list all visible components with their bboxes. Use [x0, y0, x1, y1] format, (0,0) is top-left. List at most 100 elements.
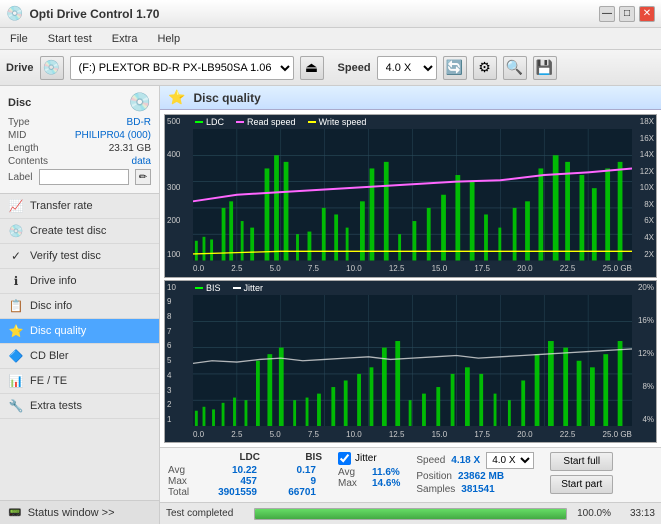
- start-buttons: Start full Start part: [550, 452, 613, 494]
- start-full-button[interactable]: Start full: [550, 452, 613, 471]
- create-test-disc-icon: 💿: [8, 224, 24, 238]
- ldc-header: LDC: [200, 452, 260, 463]
- maximize-button[interactable]: □: [619, 6, 635, 22]
- bis-header: BIS: [262, 452, 322, 463]
- menu-start-test[interactable]: Start test: [44, 31, 96, 47]
- label-key: Label: [8, 172, 32, 183]
- jitter-checkbox[interactable]: [338, 452, 351, 465]
- avg-row: Avg 10.22 0.17: [168, 465, 322, 476]
- contents-key: Contents: [8, 156, 48, 167]
- menu-extra[interactable]: Extra: [108, 31, 142, 47]
- jitter-label: Jitter: [355, 453, 377, 464]
- disc-cd-icon: 💿: [129, 92, 151, 113]
- menubar: File Start test Extra Help: [0, 28, 661, 50]
- jitter-checkbox-row: Jitter: [338, 452, 400, 465]
- sidebar-item-create-test-disc[interactable]: 💿 Create test disc: [0, 219, 159, 244]
- bis-max-val: 9: [261, 476, 316, 487]
- speed-combo-select[interactable]: 4.0 X: [486, 452, 534, 469]
- status-window-button[interactable]: 📟 Status window >>: [0, 501, 159, 524]
- disc-quality-icon: ⭐: [8, 324, 24, 338]
- speed-stat-val: 4.18 X: [451, 455, 480, 466]
- jitter-stats: Jitter Avg 11.6% Max 14.6%: [338, 452, 400, 489]
- jitter-max-label: Max: [338, 478, 368, 489]
- titlebar-controls: — □ ✕: [599, 6, 655, 22]
- drive-icon-btn[interactable]: 💿: [40, 56, 64, 80]
- jitter-avg-label: Avg: [338, 467, 368, 478]
- upper-y-axis-left: 500 400 300 200 100: [165, 115, 193, 261]
- label-input[interactable]: [39, 169, 129, 185]
- jitter-avg-val: 11.6%: [372, 467, 400, 478]
- upper-chart-legend: LDC Read speed Write speed: [195, 117, 366, 127]
- upper-chart: LDC Read speed Write speed 500 400 30: [164, 114, 657, 278]
- status-section: 📟 Status window >>: [0, 500, 159, 524]
- titlebar: 💿 Opti Drive Control 1.70 — □ ✕: [0, 0, 661, 28]
- write-speed-legend-label: Write speed: [319, 117, 367, 127]
- speed-stat-label: Speed: [416, 455, 445, 466]
- jitter-avg-row: Avg 11.6%: [338, 467, 400, 478]
- eject-button[interactable]: ⏏: [300, 56, 324, 80]
- close-button[interactable]: ✕: [639, 6, 655, 22]
- sidebar-item-cd-bler[interactable]: 🔷 CD Bler: [0, 344, 159, 369]
- sidebar-item-verify-test-disc[interactable]: ✓ Verify test disc: [0, 244, 159, 269]
- bis-legend: BIS: [195, 283, 221, 293]
- avg-label: Avg: [168, 465, 198, 476]
- jitter-max-row: Max 14.6%: [338, 478, 400, 489]
- total-row: Total 3901559 66701: [168, 487, 322, 498]
- ldc-legend: LDC: [195, 117, 224, 127]
- jitter-legend-dot: [233, 287, 241, 289]
- speed-select[interactable]: 4.0 X: [377, 56, 437, 80]
- bis-legend-dot: [195, 287, 203, 289]
- disc-label: Disc: [8, 97, 31, 109]
- save-button[interactable]: 💾: [533, 56, 557, 80]
- sidebar-item-disc-info[interactable]: 📋 Disc info: [0, 294, 159, 319]
- drive-info-label: Drive info: [30, 275, 76, 287]
- refresh-button[interactable]: 🔄: [443, 56, 467, 80]
- upper-chart-svg: [193, 129, 632, 261]
- scan-button[interactable]: 🔍: [503, 56, 527, 80]
- samples-label: Samples: [416, 484, 455, 495]
- main-content: Disc 💿 Type BD-R MID PHILIPR04 (000) Len…: [0, 86, 661, 524]
- progress-label: Test completed: [166, 508, 246, 519]
- menu-help[interactable]: Help: [153, 31, 184, 47]
- jitter-legend-label: Jitter: [244, 283, 264, 293]
- contents-val: data: [132, 156, 151, 167]
- status-window-label: Status window >>: [28, 507, 115, 519]
- length-val: 23.31 GB: [109, 143, 151, 154]
- minimize-button[interactable]: —: [599, 6, 615, 22]
- disc-info-icon: 📋: [8, 299, 24, 313]
- jitter-max-val: 14.6%: [372, 478, 400, 489]
- max-row: Max 457 9: [168, 476, 322, 487]
- write-speed-legend: Write speed: [308, 117, 367, 127]
- lower-y-axis-right: 20% 16% 12% 8% 4%: [632, 281, 656, 427]
- bis-total-val: 66701: [261, 487, 316, 498]
- transfer-rate-icon: 📈: [8, 199, 24, 213]
- sidebar-item-drive-info[interactable]: ℹ Drive info: [0, 269, 159, 294]
- disc-quality-header-icon: ⭐: [168, 89, 185, 106]
- upper-x-axis: 0.0 2.5 5.0 7.5 10.0 12.5 15.0 17.5 20.0…: [193, 261, 632, 277]
- type-key: Type: [8, 117, 30, 128]
- settings-button[interactable]: ⚙: [473, 56, 497, 80]
- label-edit-button[interactable]: ✏: [135, 169, 151, 185]
- verify-test-disc-label: Verify test disc: [30, 250, 101, 262]
- drive-select[interactable]: (F:) PLEXTOR BD-R PX-LB950SA 1.06: [70, 56, 294, 80]
- sidebar-item-extra-tests[interactable]: 🔧 Extra tests: [0, 394, 159, 419]
- disc-panel: Disc 💿 Type BD-R MID PHILIPR04 (000) Len…: [0, 86, 159, 194]
- position-row: Position 23862 MB: [416, 471, 534, 482]
- stats-panel: LDC BIS Avg 10.22 0.17 Max 457 9 Total 3…: [160, 447, 661, 502]
- menu-file[interactable]: File: [6, 31, 32, 47]
- ldc-legend-dot: [195, 121, 203, 123]
- upper-y-axis-right: 18X 16X 14X 12X 10X 8X 6X 4X 2X: [632, 115, 656, 261]
- position-val: 23862 MB: [458, 471, 504, 482]
- sidebar-item-disc-quality[interactable]: ⭐ Disc quality: [0, 319, 159, 344]
- verify-test-disc-icon: ✓: [8, 249, 24, 263]
- lower-chart-legend: BIS Jitter: [195, 283, 263, 293]
- app-icon: 💿: [6, 5, 23, 22]
- start-part-button[interactable]: Start part: [550, 475, 613, 494]
- progress-time: 33:13: [619, 508, 655, 519]
- ldc-avg-val: 10.22: [202, 465, 257, 476]
- sidebar-item-transfer-rate[interactable]: 📈 Transfer rate: [0, 194, 159, 219]
- drive-info-icon: ℹ: [8, 274, 24, 288]
- extra-tests-label: Extra tests: [30, 400, 82, 412]
- fe-te-icon: 📊: [8, 374, 24, 388]
- sidebar-item-fe-te[interactable]: 📊 FE / TE: [0, 369, 159, 394]
